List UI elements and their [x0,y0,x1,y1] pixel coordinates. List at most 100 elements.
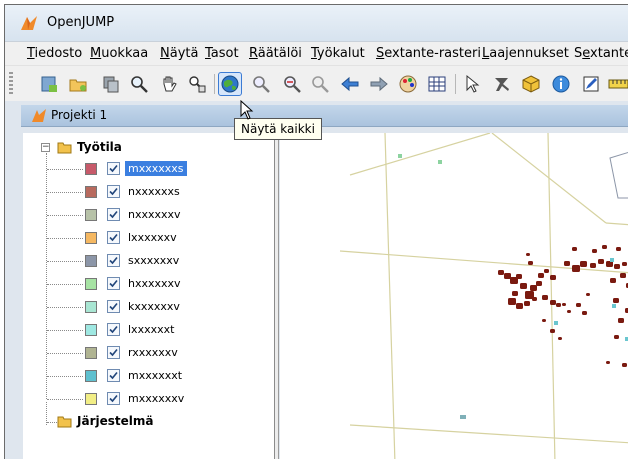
map-feature [512,291,518,296]
map-feature [614,335,619,339]
menu-item-sextante[interactable]: Sextante [574,46,628,61]
layer-visibility-checkbox[interactable] [107,346,120,359]
zoom-pan-button[interactable] [186,73,208,95]
zoom-icon [131,76,148,93]
box-button[interactable] [520,73,542,95]
tree-guide-line [47,169,83,170]
toolbar-separator [455,74,456,94]
map-canvas[interactable] [280,133,628,459]
layer-visibility-checkbox[interactable] [107,254,120,267]
menu-item-tasot[interactable]: Tasot [205,46,239,61]
forward-arrow-button[interactable] [368,73,390,95]
layer-color-swatch[interactable] [85,186,97,198]
menu-item-laajennukset[interactable]: Laajennukset [482,46,569,61]
checkmark-icon [109,302,118,311]
measure-button[interactable] [607,73,628,95]
tree-guide-line [47,307,83,308]
map-feature [614,264,620,269]
toolbar-grip[interactable] [9,72,13,96]
checkmark-icon [109,187,118,196]
layer-color-swatch[interactable] [85,255,97,267]
map-point [460,415,466,419]
map-feature [622,262,627,266]
tools-button[interactable] [491,73,513,95]
menu-item-räätälöi[interactable]: Räätälöi [249,46,302,61]
zoom-to-full-extent-button[interactable] [218,72,242,96]
layer-color-swatch[interactable] [85,393,97,405]
layer-visibility-checkbox[interactable] [107,277,120,290]
layer-color-swatch[interactable] [85,347,97,359]
map-feature [586,293,590,296]
layer-color-swatch[interactable] [85,209,97,221]
app-window: OpenJUMP Tiedosto Muokkaa Näytä Tasot Räätäl… [4,4,628,459]
folder-icon [57,142,72,154]
checkmark-icon [109,210,118,219]
panel-splitter[interactable] [275,133,279,459]
open-folder-button[interactable] [67,73,89,95]
palette-button[interactable] [397,73,419,95]
map-feature [516,274,522,279]
select-icon [466,74,480,93]
layer-name: mxxxxxxs [125,161,187,176]
layer-visibility-checkbox[interactable] [107,323,120,336]
select-button[interactable] [461,73,483,95]
zoom-button[interactable] [128,73,150,95]
map-line [384,133,396,459]
tools-icon [495,78,509,91]
layer-visibility-checkbox[interactable] [107,185,120,198]
category-jarjestelma[interactable]: Järjestelmä [77,414,153,428]
map-feature [550,300,556,305]
layer-visibility-checkbox[interactable] [107,208,120,221]
menu-item-näytä[interactable]: Näytä [160,46,198,61]
layer-color-swatch[interactable] [85,370,97,382]
map-line [349,133,491,176]
layer-visibility-checkbox[interactable] [107,300,120,313]
pan-hand-button[interactable] [158,73,180,95]
collapse-toggle-tyotila[interactable]: − [41,143,50,152]
menu-item-muokkaa[interactable]: Muokkaa [90,46,148,61]
grid-button[interactable] [426,73,448,95]
menu-bar: Tiedosto Muokkaa Näytä Tasot Räätälöi Työkalu… [5,41,628,65]
layer-color-swatch[interactable] [85,278,97,290]
layer-color-swatch[interactable] [85,301,97,313]
menu-item-työkalut[interactable]: Työkalut [311,46,365,61]
layer-color-swatch[interactable] [85,163,97,175]
info-button[interactable] [550,73,572,95]
map-feature [542,295,548,300]
menu-item-tiedosto[interactable]: Tiedosto [27,46,82,61]
tree-guide-line [47,238,83,239]
category-tyotila[interactable]: Työtila [77,140,122,154]
toolbar-separator [214,74,215,94]
checkmark-icon [109,256,118,265]
zoom-out-button[interactable] [281,73,303,95]
zoom-to-selection-icon [312,76,329,93]
zoom-pan-icon [189,76,206,93]
map-feature [567,310,571,313]
layer-visibility-checkbox[interactable] [107,231,120,244]
measure-icon [608,79,628,89]
edit-button[interactable] [580,73,602,95]
tree-guide-line [47,376,83,377]
zoom-in-button[interactable] [250,73,272,95]
add-layer-icon [41,76,57,92]
map-feature [618,318,624,323]
map-view[interactable] [280,133,628,459]
map-feature [508,298,516,305]
map-feature [606,361,610,364]
map-point [612,304,616,308]
layer-visibility-checkbox[interactable] [107,162,120,175]
layer-name: kxxxxxxv [128,300,180,313]
add-layer-button[interactable] [38,73,60,95]
menu-item-sextante-rasteri[interactable]: Sextante-rasteri [376,46,481,61]
zoom-to-selection-button[interactable] [309,73,331,95]
checkmark-icon [109,233,118,242]
project-frame-title-bar[interactable]: Projekti 1 [21,105,628,127]
checkmark-icon [109,279,118,288]
layer-visibility-checkbox[interactable] [107,392,120,405]
tree-guide-line [47,353,83,354]
layer-visibility-checkbox[interactable] [107,369,120,382]
back-arrow-button[interactable] [339,73,361,95]
layer-color-swatch[interactable] [85,232,97,244]
copy-layer-button[interactable] [100,73,122,95]
layer-color-swatch[interactable] [85,324,97,336]
